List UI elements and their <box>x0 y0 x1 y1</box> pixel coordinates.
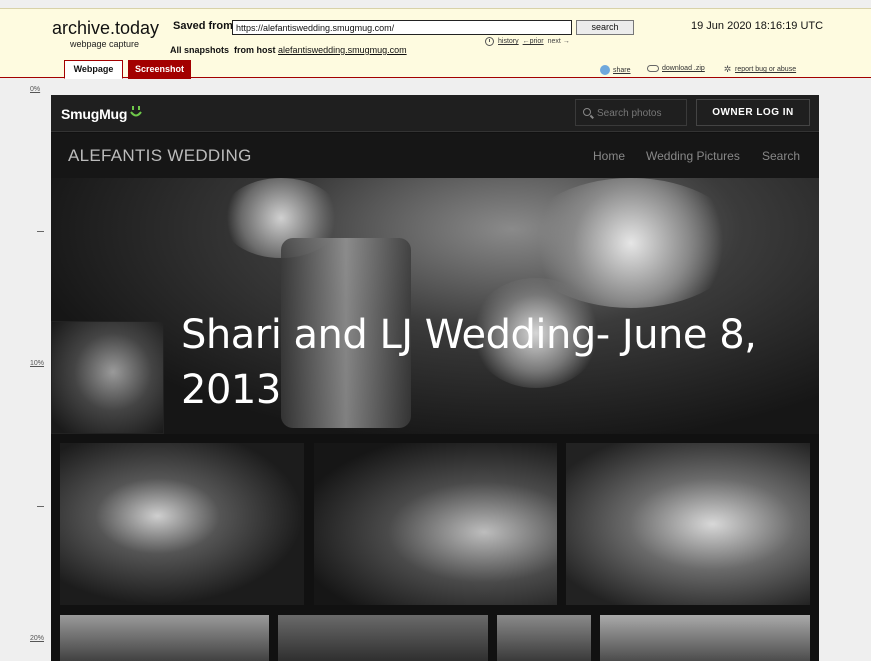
share-icon <box>600 65 610 75</box>
search-photos-input[interactable]: Search photos <box>575 99 687 126</box>
smugmug-page: SmugMug Search photos OWNER LOG IN ALEFA… <box>51 95 819 661</box>
history-nav: history ←prior next → <box>485 37 570 46</box>
download-action[interactable]: download .zip <box>647 65 705 72</box>
gallery-thumbnail[interactable] <box>60 615 269 661</box>
ruler-mark-0[interactable]: 0% <box>30 86 40 93</box>
gallery-thumbnail[interactable] <box>497 615 591 661</box>
tab-webpage[interactable]: Webpage <box>64 60 123 79</box>
clock-icon <box>485 37 494 46</box>
share-action[interactable]: share <box>600 65 631 75</box>
owner-login-button[interactable]: OWNER LOG IN <box>696 99 810 126</box>
search-icon <box>583 108 591 116</box>
search-placeholder: Search photos <box>597 108 662 119</box>
search-button[interactable]: search <box>576 20 634 35</box>
archive-subtitle: webpage capture <box>70 39 140 49</box>
cloud-download-icon <box>647 65 659 72</box>
snapshots-row: All snapshots from host alefantiswedding… <box>170 45 407 55</box>
report-action[interactable]: ✲ report bug or abuse <box>723 65 796 74</box>
site-title[interactable]: ALEFANTIS WEDDING <box>68 146 252 166</box>
smugmug-face-icon <box>130 106 142 117</box>
next-label: next → <box>547 38 570 45</box>
host-link[interactable]: alefantiswedding.smugmug.com <box>278 45 407 55</box>
history-link[interactable]: history <box>498 38 519 45</box>
site-navbar: ALEFANTIS WEDDING Home Wedding Pictures … <box>51 133 819 178</box>
bug-icon: ✲ <box>723 64 732 74</box>
ruler-mark-20[interactable]: 20% <box>30 635 44 642</box>
gallery-thumbnail[interactable] <box>600 615 810 661</box>
gallery-thumbnail-strawberries[interactable] <box>314 443 557 605</box>
download-link[interactable]: download .zip <box>662 65 705 72</box>
snapshots-label: All snapshots <box>170 45 230 55</box>
album-cover-thumbnail[interactable] <box>51 321 164 434</box>
capture-date: 19 Jun 2020 18:16:19 UTC <box>691 20 824 32</box>
report-link[interactable]: report bug or abuse <box>735 66 796 73</box>
ruler-dash <box>37 506 44 507</box>
from-host-label: from host <box>234 45 276 55</box>
tab-screenshot[interactable]: Screenshot <box>128 60 191 79</box>
prior-link[interactable]: ←prior <box>523 38 544 45</box>
nav-home[interactable]: Home <box>593 149 625 163</box>
archive-header: archive.today webpage capture Saved from… <box>0 8 871 79</box>
gallery-thumbnail-champagne[interactable] <box>60 443 304 605</box>
ruler-dash <box>37 231 44 232</box>
url-input[interactable] <box>232 20 572 35</box>
hero-banner-image: Shari and LJ Wedding- June 8, 2013 <box>51 178 819 434</box>
gallery-thumbnail-glasses[interactable] <box>566 443 810 605</box>
gallery-thumbnail[interactable] <box>278 615 488 661</box>
archive-logo[interactable]: archive.today <box>52 18 159 39</box>
hero-title: Shari and LJ Wedding- June 8, 2013 <box>181 312 757 413</box>
nav-search[interactable]: Search <box>762 149 800 163</box>
nav-wedding-pictures[interactable]: Wedding Pictures <box>646 149 740 163</box>
share-link[interactable]: share <box>613 67 631 74</box>
ruler-mark-10[interactable]: 10% <box>30 360 44 367</box>
saved-from-label: Saved from <box>173 20 233 32</box>
smugmug-logo[interactable]: SmugMug <box>61 106 127 122</box>
smugmug-topbar: SmugMug Search photos OWNER LOG IN <box>51 95 819 132</box>
